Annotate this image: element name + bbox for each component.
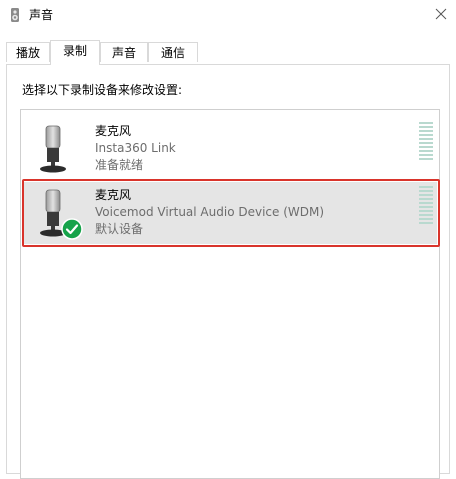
device-name: 麦克风	[95, 188, 132, 202]
device-description: Voicemod Virtual Audio Device (WDM)	[95, 205, 325, 219]
recording-device-list[interactable]: 麦克风 Insta360 Link 准备就绪 麦克风 Voicemod Virt…	[20, 109, 440, 479]
microphone-icon	[40, 125, 66, 173]
device-name: 麦克风	[95, 124, 132, 138]
device-status: 准备就绪	[95, 158, 144, 172]
title-bar: 声音	[0, 0, 456, 30]
default-check-icon	[61, 218, 83, 240]
device-status: 默认设备	[95, 222, 144, 236]
tab-playback[interactable]: 播放	[6, 42, 50, 62]
window-title: 声音	[29, 8, 54, 22]
device-description: Insta360 Link	[95, 141, 176, 155]
level-meter	[419, 186, 433, 228]
close-icon	[435, 8, 447, 20]
instruction-label: 选择以下录制设备来修改设置:	[22, 83, 183, 97]
device-item-insta360[interactable]: 麦克风 Insta360 Link 准备就绪	[23, 118, 437, 180]
close-button[interactable]	[426, 0, 456, 30]
tab-recording[interactable]: 录制	[50, 40, 100, 65]
level-meter	[419, 122, 433, 164]
recording-panel: 选择以下录制设备来修改设置: 麦克风 Insta360 Link 准备就绪 麦克…	[6, 64, 450, 479]
sound-dialog: 声音 播放 录制 声音 通信 选择以下录制设备来修改设置: 麦克风 Insta3…	[0, 0, 456, 479]
device-item-voicemod[interactable]: 麦克风 Voicemod Virtual Audio Device (WDM) …	[23, 182, 437, 244]
tab-communications[interactable]: 通信	[148, 42, 198, 62]
tab-sounds[interactable]: 声音	[100, 42, 148, 62]
speaker-app-icon	[11, 8, 19, 22]
